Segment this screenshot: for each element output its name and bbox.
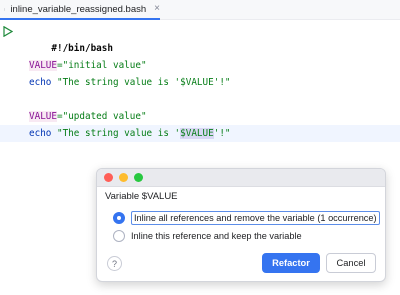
- tab-inline-variable-reassigned[interactable]: inline_variable_reassigned.bash ×: [0, 0, 160, 20]
- code-line-6[interactable]: VALUE="updated value": [0, 108, 400, 125]
- refactor-button[interactable]: Refactor: [262, 253, 320, 273]
- variable-reference-highlighted: $VALUE: [180, 128, 214, 139]
- string-part: "The string value is ': [51, 77, 181, 88]
- editor-tab-bar: inline_variable_reassigned.bash ×: [0, 0, 400, 20]
- assignment-value: ="initial value": [57, 60, 147, 71]
- code-line-4[interactable]: echo "The string value is '$VALUE'!": [0, 74, 400, 91]
- code-line-2[interactable]: [0, 40, 400, 57]
- string-part: "The string value is ': [51, 128, 181, 139]
- code-line-7[interactable]: echo "The string value is '$VALUE'!": [0, 125, 400, 142]
- echo-command: echo: [29, 77, 52, 88]
- option-inline-this[interactable]: Inline this reference and keep the varia…: [113, 230, 302, 242]
- dialog-titlebar: [97, 169, 385, 187]
- radio-inline-all[interactable]: [113, 212, 125, 224]
- option-inline-all-label[interactable]: Inline all references and remove the var…: [131, 211, 380, 225]
- inline-variable-dialog: Variable $VALUE Inline all references an…: [96, 168, 386, 282]
- dialog-title: Variable $VALUE: [105, 191, 178, 202]
- variable-name: VALUE: [29, 111, 57, 122]
- help-button[interactable]: ?: [107, 256, 122, 271]
- option-inline-this-label[interactable]: Inline this reference and keep the varia…: [131, 231, 302, 241]
- option-inline-all[interactable]: Inline all references and remove the var…: [113, 211, 380, 225]
- code-line-5[interactable]: [0, 91, 400, 108]
- bash-file-icon: [4, 8, 6, 10]
- code-line-3[interactable]: VALUE="initial value": [0, 57, 400, 74]
- echo-command: echo: [29, 128, 52, 139]
- variable-reference: $VALUE: [180, 77, 214, 88]
- window-close-button[interactable]: [104, 173, 113, 182]
- radio-inline-this[interactable]: [113, 230, 125, 242]
- code-line-1[interactable]: #!/bin/bash: [0, 23, 400, 54]
- question-icon: ?: [111, 258, 117, 269]
- window-minimize-button[interactable]: [119, 173, 128, 182]
- string-part: '!": [213, 128, 231, 139]
- window-maximize-button[interactable]: [134, 173, 143, 182]
- cancel-button[interactable]: Cancel: [326, 253, 376, 273]
- close-icon[interactable]: ×: [154, 4, 160, 14]
- string-part: '!": [213, 77, 231, 88]
- variable-name: VALUE: [29, 60, 57, 71]
- assignment-value: ="updated value": [57, 111, 147, 122]
- tab-label: inline_variable_reassigned.bash: [10, 3, 147, 15]
